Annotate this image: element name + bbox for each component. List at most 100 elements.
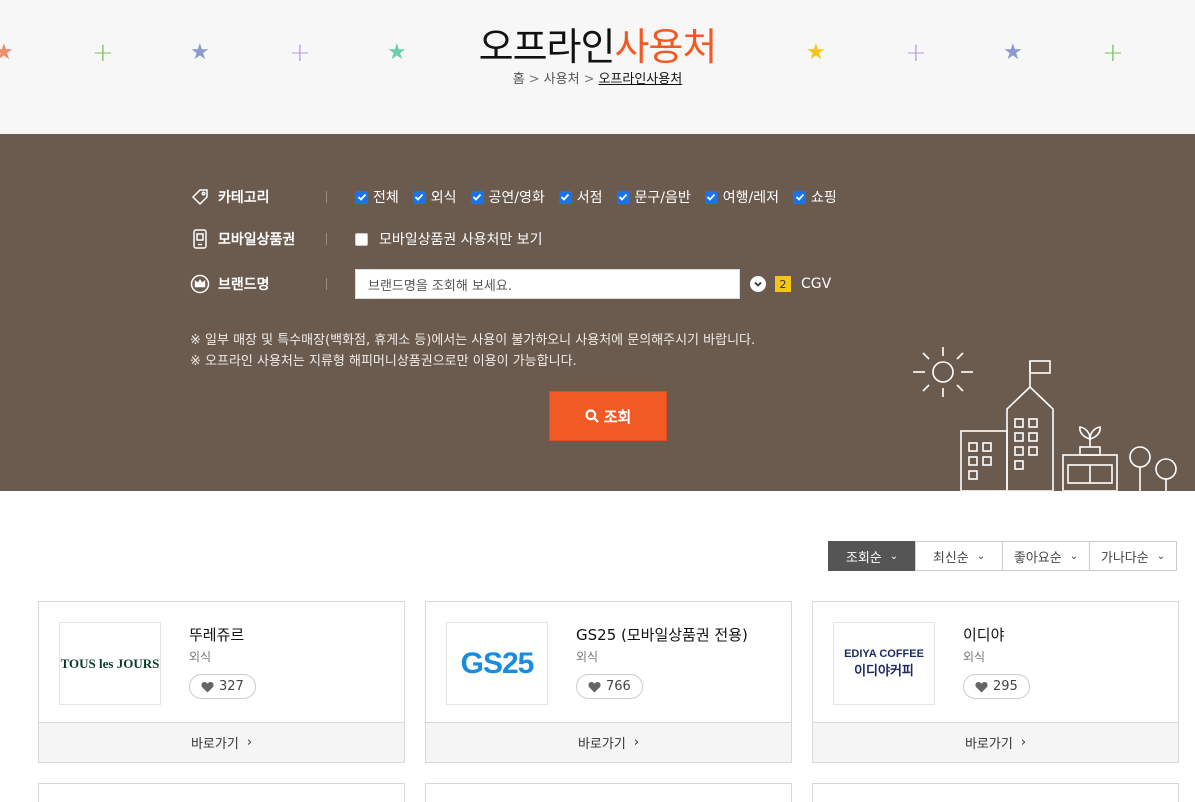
go-link[interactable]: 바로가기 ›: [426, 722, 791, 762]
divider: [326, 191, 327, 203]
divider: [326, 278, 327, 290]
category-checkbox-dining[interactable]: 외식: [412, 187, 457, 207]
brand-logo-tousles-jours: TOUS les JOURS: [59, 622, 161, 705]
brand-search-input[interactable]: 브랜드명을 조회해 보세요.: [355, 269, 740, 299]
checkbox-label: 쇼핑: [811, 190, 837, 206]
page-title-accent: 사용처: [614, 25, 717, 69]
store-card: TOUS les JOURS 뚜레쥬르 외식 327 바로가기 ›: [38, 601, 405, 763]
store-category: 외식: [963, 650, 986, 664]
category-checkbox-all[interactable]: 전체: [355, 187, 399, 207]
category-checkbox-travel[interactable]: 여행/레저: [704, 187, 780, 207]
sort-alphabetical[interactable]: 가나다순 ⌄: [1089, 541, 1177, 571]
search-icon: [585, 409, 599, 423]
store-category: 외식: [189, 650, 212, 664]
logo-text: 이디야커피: [854, 663, 914, 678]
page-title-main: 오프라인: [478, 25, 616, 69]
sort-views[interactable]: 조회순 ⌄: [828, 541, 916, 571]
breadcrumb-current[interactable]: 오프라인사용처: [598, 72, 682, 87]
mobile-icon: [190, 229, 210, 249]
store-category: 외식: [576, 650, 599, 664]
chevron-right-icon: ›: [633, 735, 640, 750]
heart-icon: [588, 681, 601, 692]
page-title: 오프라인사용처: [0, 16, 1195, 71]
chevron-right-icon: >: [583, 72, 595, 87]
checkbox-checked-icon: [704, 190, 718, 204]
go-link[interactable]: 바로가기 ›: [39, 722, 404, 762]
checkbox-label: 문구/음반: [634, 190, 691, 206]
checkbox-label: 서점: [576, 190, 603, 206]
city-illustration: [913, 347, 1177, 491]
category-checkbox-stationery[interactable]: 문구/음반: [616, 187, 691, 207]
go-label: 바로가기: [964, 737, 1013, 752]
logo-text: TOUS les JOURS: [60, 655, 160, 671]
sort-options: 조회순 ⌄ 최신순 ⌄ 좋아요순 ⌄ 가나다순 ⌄: [828, 541, 1177, 571]
like-button[interactable]: 295: [963, 674, 1030, 699]
divider: [326, 233, 327, 245]
logo-text: EDIYA COFFEE: [844, 648, 924, 660]
checkbox-checked-icon: [616, 190, 630, 204]
category-checkbox-bookstore[interactable]: 서점: [558, 187, 603, 207]
category-label: 카테고리: [218, 190, 270, 206]
brand-suggestion[interactable]: CGV: [801, 276, 831, 292]
breadcrumb-usage[interactable]: 사용처: [544, 72, 580, 87]
tag-icon: [190, 187, 210, 207]
checkbox-label: 외식: [430, 190, 457, 206]
store-name: 이디야: [963, 626, 1005, 644]
go-label: 바로가기: [190, 737, 239, 752]
like-count: 327: [219, 679, 244, 694]
chevron-right-icon: ›: [246, 735, 253, 750]
like-button[interactable]: 766: [576, 674, 643, 699]
chevron-down-icon: ⌄: [1069, 550, 1079, 562]
sort-latest[interactable]: 최신순 ⌄: [915, 541, 1003, 571]
sort-label: 최신순: [932, 550, 969, 566]
chevron-down-icon: ⌄: [889, 550, 899, 562]
checkbox-label: 여행/레저: [722, 190, 780, 206]
brand-row: 브랜드명 브랜드명을 조회해 보세요. 2 CGV: [190, 269, 831, 299]
checkbox-checked-icon: [470, 190, 484, 204]
crown-icon: [190, 274, 210, 294]
mobile-row: 모바일상품권 모바일상품권 사용처만 보기: [190, 229, 556, 249]
chevron-down-icon: ⌄: [1156, 550, 1166, 562]
checkbox-checked-icon: [412, 190, 426, 204]
sort-label: 조회순: [845, 550, 882, 566]
sort-likes[interactable]: 좋아요순 ⌄: [1002, 541, 1090, 571]
chevron-down-icon: ⌄: [976, 550, 986, 562]
mobile-label: 모바일상품권: [218, 232, 296, 248]
sort-label: 가나다순: [1100, 550, 1149, 566]
search-button[interactable]: 조회: [549, 391, 667, 441]
checkbox-checked-icon: [793, 190, 807, 204]
category-row: 카테고리 전체 외식 공연/영화 서점 문구/음반 여행/레저 쇼핑: [190, 187, 851, 207]
notice-line: ※ 일부 매장 및 특수매장(백화점, 휴게소 등)에서는 사용이 불가하오니 …: [190, 333, 756, 348]
checkbox-checked-icon: [558, 190, 572, 204]
breadcrumb: 홈 > 사용처 > 오프라인사용처: [0, 68, 1195, 87]
search-button-label: 조회: [603, 407, 632, 426]
category-checkbox-shopping[interactable]: 쇼핑: [793, 187, 837, 207]
breadcrumb-home[interactable]: 홈: [513, 72, 525, 87]
go-link[interactable]: 바로가기 ›: [813, 722, 1178, 762]
chevron-right-icon: ›: [1020, 735, 1027, 750]
brand-search-placeholder: 브랜드명을 조회해 보세요.: [368, 278, 512, 294]
heart-icon: [201, 681, 214, 692]
like-button[interactable]: 327: [189, 674, 256, 699]
logo-text: GS25: [460, 646, 535, 680]
checkbox-label: 전체: [373, 190, 399, 206]
checkbox-label: 모바일상품권 사용처만 보기: [379, 232, 543, 248]
mobile-only-checkbox[interactable]: 모바일상품권 사용처만 보기: [355, 229, 542, 249]
checkbox-checked-icon: [355, 190, 368, 204]
store-card: EDIYA COFFEE 이디야커피 이디야 외식 295 바로가기 ›: [812, 601, 1179, 763]
notice-text: ※ 일부 매장 및 특수매장(백화점, 휴게소 등)에서는 사용이 불가하오니 …: [190, 330, 755, 372]
brand-logo-gs25: GS25: [446, 622, 548, 705]
store-card: [425, 783, 792, 802]
brand-count-badge: 2: [775, 276, 791, 292]
category-checkbox-performance[interactable]: 공연/영화: [470, 187, 545, 207]
heart-icon: [975, 681, 988, 692]
chevron-right-icon: >: [528, 72, 540, 87]
chevron-down-icon[interactable]: [750, 276, 766, 292]
go-label: 바로가기: [577, 737, 626, 752]
like-count: 295: [993, 679, 1018, 694]
store-card: [812, 783, 1179, 802]
store-name: 뚜레쥬르: [189, 626, 245, 644]
store-card: [38, 783, 405, 802]
checkbox-unchecked-icon: [355, 232, 368, 246]
filter-panel: 카테고리 전체 외식 공연/영화 서점 문구/음반 여행/레저 쇼핑 모바일상품…: [0, 134, 1195, 491]
